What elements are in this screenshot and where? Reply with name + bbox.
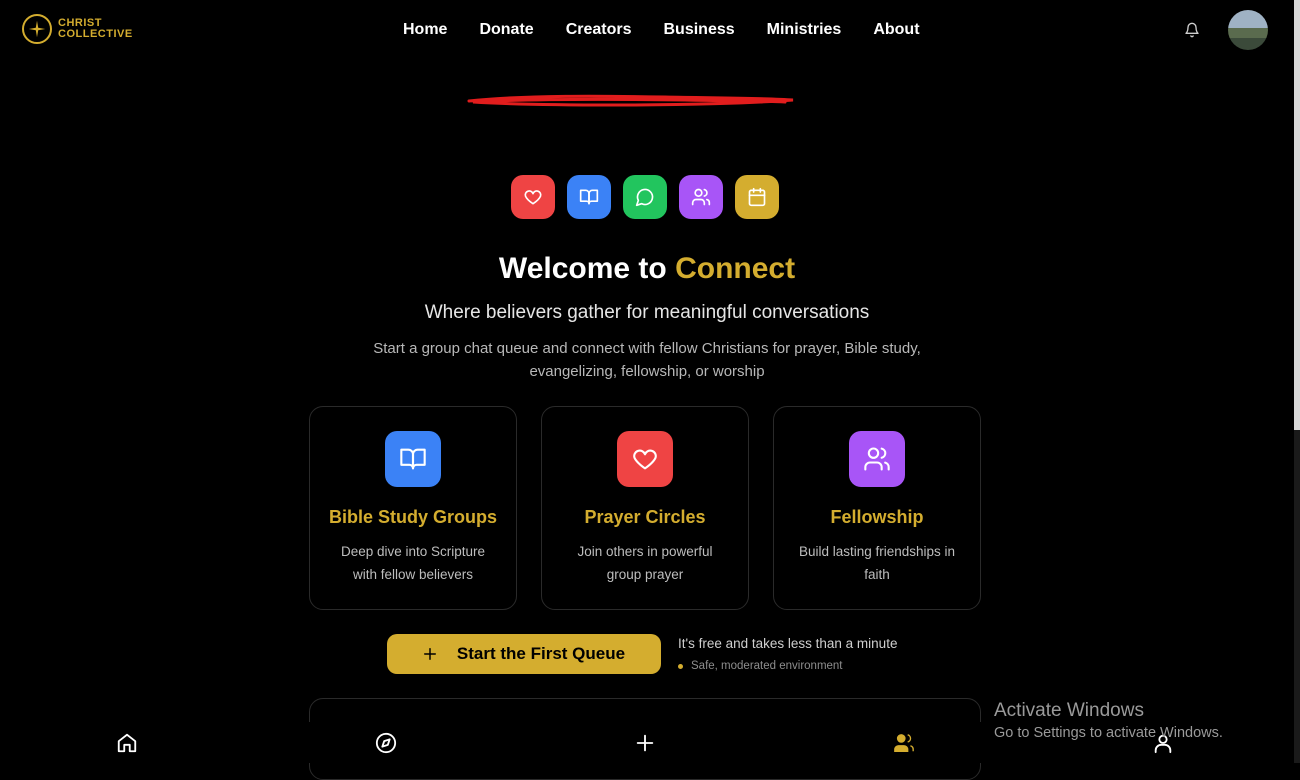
- heart-icon: [511, 175, 555, 219]
- page-title: Welcome to Connect: [0, 252, 1294, 286]
- brand-line-2: COLLECTIVE: [58, 28, 133, 40]
- start-queue-label: Start the First Queue: [456, 644, 626, 663]
- card-title: Fellowship: [830, 507, 924, 527]
- brand-logo[interactable]: CHRIST COLLECTIVE: [22, 14, 133, 44]
- card-bible-study[interactable]: Bible Study Groups Deep dive into Script…: [309, 406, 517, 610]
- home-icon[interactable]: [116, 732, 138, 759]
- title-accent: Connect: [675, 252, 796, 285]
- card-text: Join others in powerful group prayer: [577, 544, 713, 582]
- users-icon: [679, 175, 723, 219]
- page-description: Start a group chat queue and connect wit…: [373, 340, 921, 380]
- brand-name: CHRIST COLLECTIVE: [58, 18, 133, 40]
- card-fellowship[interactable]: Fellowship Build lasting friendships in …: [773, 406, 981, 610]
- start-queue-button[interactable]: Start the First Queue: [387, 634, 661, 674]
- compass-icon[interactable]: [375, 732, 397, 759]
- users-icon: [849, 431, 905, 487]
- card-title: Prayer Circles: [584, 507, 706, 527]
- nav-ministries[interactable]: Ministries: [767, 21, 842, 39]
- feature-cards: Bible Study Groups Deep dive into Script…: [309, 406, 981, 610]
- card-text: Build lasting friendships in faith: [798, 544, 956, 582]
- bell-icon[interactable]: [1184, 21, 1200, 44]
- status-dot: [678, 663, 683, 669]
- card-prayer-circles[interactable]: Prayer Circles Join others in powerful g…: [541, 406, 749, 610]
- plus-icon[interactable]: [634, 732, 656, 759]
- book-icon: [385, 431, 441, 487]
- title-prefix: Welcome to: [498, 252, 667, 285]
- nav-home[interactable]: Home: [403, 21, 447, 39]
- calendar-icon: [735, 175, 779, 219]
- windows-activation-title: Activate Windows: [994, 700, 1144, 721]
- scrollbar-thumb[interactable]: [1294, 0, 1300, 430]
- main-nav: Home Donate Creators Business Ministries…: [403, 21, 920, 39]
- star-icon: [22, 14, 52, 44]
- nav-business[interactable]: Business: [664, 21, 735, 39]
- nav-donate[interactable]: Donate: [479, 21, 533, 39]
- card-text: Deep dive into Scripture with fellow bel…: [340, 544, 486, 582]
- plus-icon: [423, 648, 436, 660]
- users-icon[interactable]: [892, 732, 916, 759]
- book-icon: [567, 175, 611, 219]
- feature-icon-row: [511, 175, 779, 219]
- top-navigation: CHRIST COLLECTIVE Home Donate Creators B…: [0, 0, 1294, 62]
- card-title: Bible Study Groups: [328, 507, 497, 527]
- page-subtitle: Where believers gather for meaningful co…: [424, 302, 870, 323]
- avatar[interactable]: [1228, 10, 1268, 50]
- nav-creators[interactable]: Creators: [566, 21, 632, 39]
- chat-icon: [623, 175, 667, 219]
- windows-activation-subtitle: Go to Settings to activate Windows.: [994, 725, 1223, 741]
- red-scribble: [467, 94, 794, 107]
- heart-icon: [617, 431, 673, 487]
- safety-note: Safe, moderated environment: [678, 660, 843, 672]
- cta-note: It's free and takes less than a minute: [678, 636, 898, 651]
- nav-about[interactable]: About: [873, 21, 919, 39]
- safety-text: Safe, moderated environment: [691, 660, 843, 672]
